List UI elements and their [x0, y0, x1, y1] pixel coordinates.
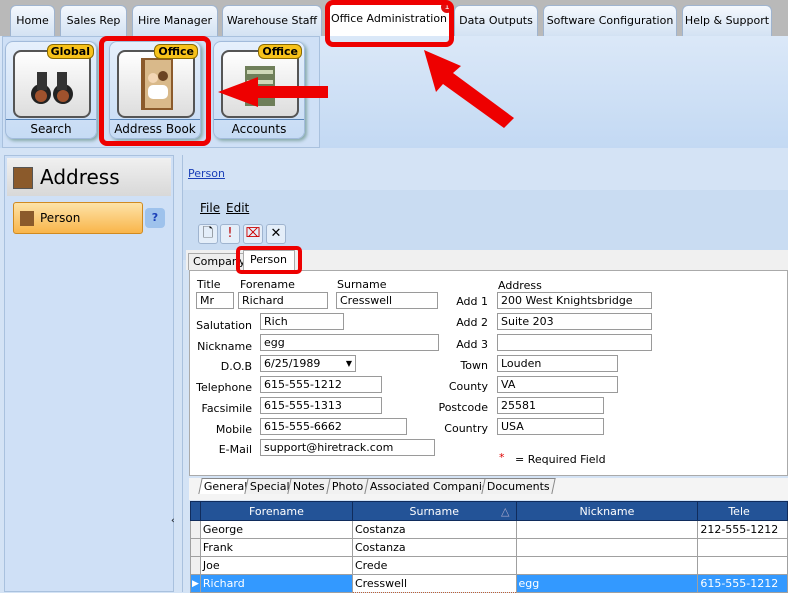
annotation-arrow-left — [218, 77, 328, 107]
annotation-arrows — [218, 50, 514, 128]
annotation-arrow-diagonal — [424, 50, 514, 128]
